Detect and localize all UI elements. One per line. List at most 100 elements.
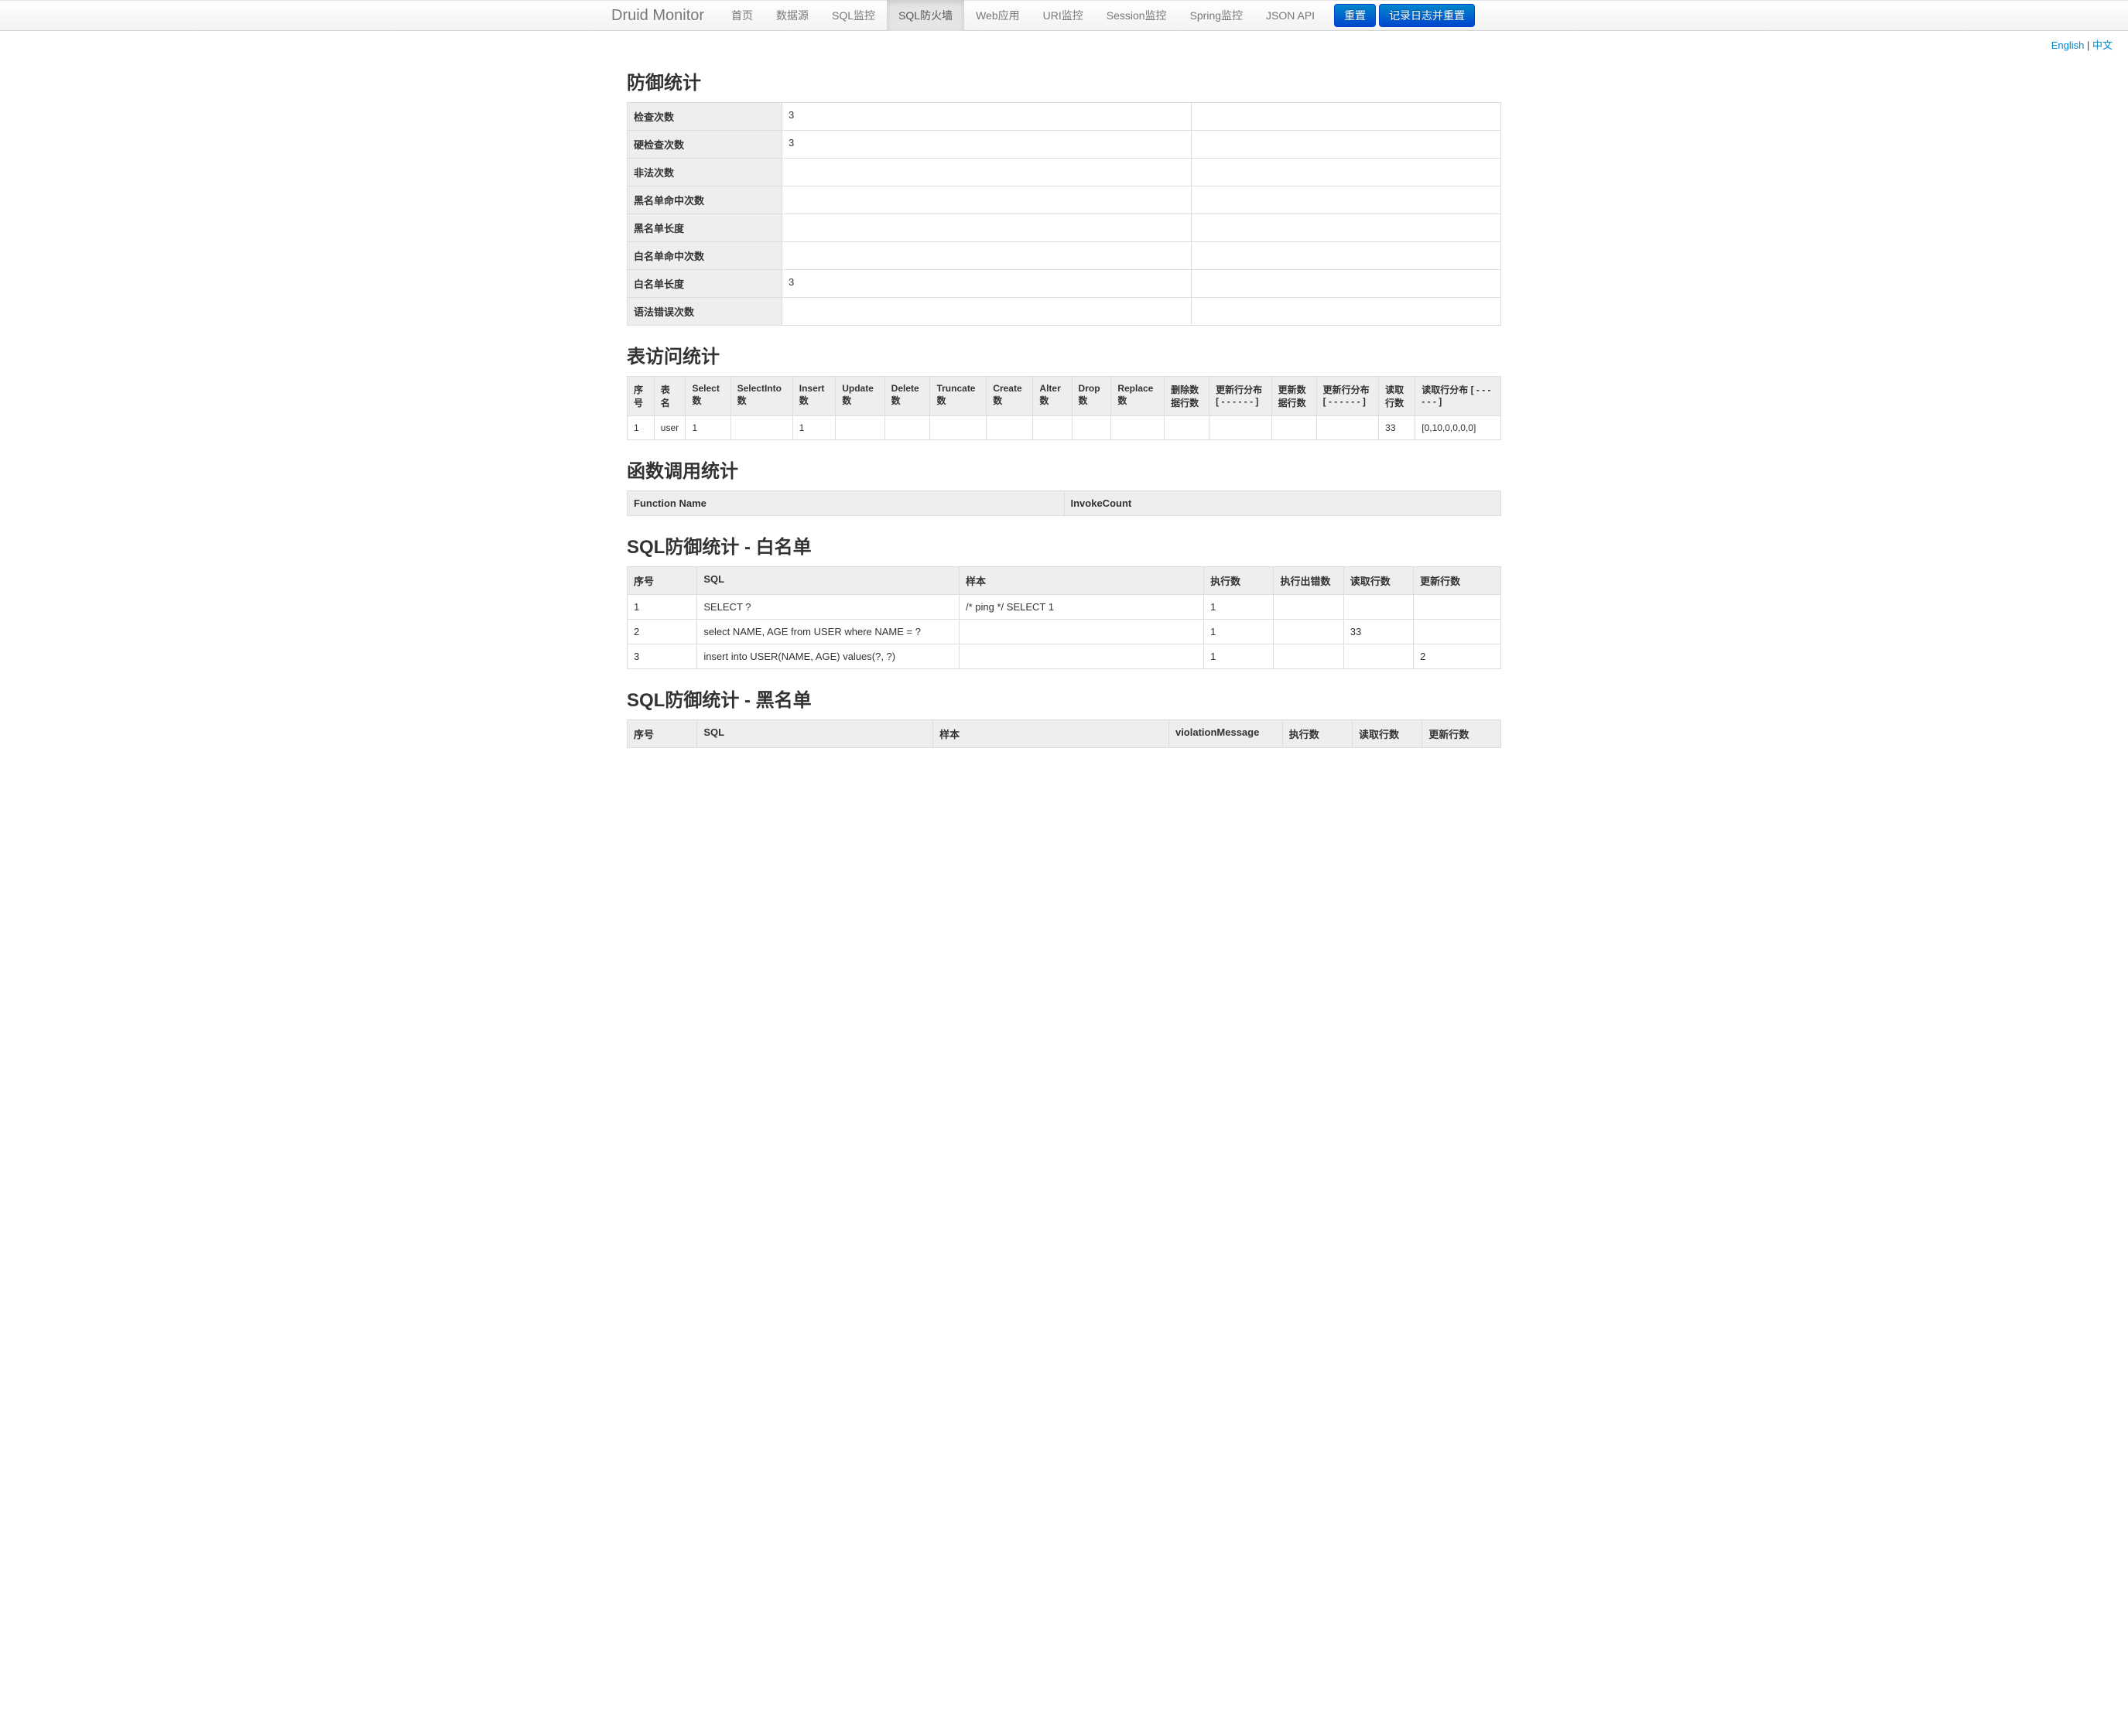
whitelist-header-cell: 读取行数 [1343,567,1413,595]
table-access-cell [884,416,930,440]
table-access-cell: 33 [1379,416,1415,440]
table-access-header-cell: 序号 [628,377,655,416]
nav-item-1[interactable]: 数据源 [765,0,820,31]
table-access-header-cell: Delete数 [884,377,930,416]
table-row: 3insert into USER(NAME, AGE) values(?, ?… [628,644,1501,669]
defense-row-extra [1192,214,1501,242]
table-access-cell: 1 [686,416,730,440]
defense-row-value [782,186,1192,214]
nav-item-8[interactable]: JSON API [1254,0,1326,31]
table-access-header-cell: Replace数 [1111,377,1165,416]
defense-row-extra [1192,159,1501,186]
function-call-table: Function NameInvokeCount [627,490,1501,516]
defense-row-label: 黑名单长度 [628,214,782,242]
blacklist-header-cell: SQL [697,720,933,748]
defense-row-label: 黑名单命中次数 [628,186,782,214]
defense-row-value [782,214,1192,242]
whitelist-cell [1343,644,1413,669]
lang-chinese-link[interactable]: 中文 [2092,39,2113,51]
whitelist-header-cell: 序号 [628,567,697,595]
blacklist-header-cell: violationMessage [1168,720,1282,748]
whitelist-cell: 2 [1414,644,1501,669]
blacklist-table: 序号SQL样本violationMessage执行数读取行数更新行数 [627,719,1501,748]
table-access-header-cell: Alter数 [1033,377,1072,416]
table-access-header-cell: Truncate数 [930,377,987,416]
whitelist-cell: 3 [628,644,697,669]
table-access-cell [987,416,1033,440]
table-access-cell [1111,416,1165,440]
table-access-cell: 1 [628,416,655,440]
brand[interactable]: Druid Monitor [611,7,720,25]
whitelist-cell: 1 [1204,644,1274,669]
table-access-header-cell: 读取行数 [1379,377,1415,416]
table-access-table: 序号表名Select数SelectInto数Insert数Update数Dele… [627,376,1501,440]
table-row: 语法错误次数 [628,298,1501,326]
defense-row-extra [1192,242,1501,270]
table-row: 检查次数3 [628,103,1501,131]
table-access-header-cell: Create数 [987,377,1033,416]
table-row: 白名单长度3 [628,270,1501,298]
table-access-title: 表访问统计 [627,341,1501,368]
nav-menu: 首页数据源SQL监控SQL防火墙Web应用URI监控Session监控Sprin… [720,0,1326,31]
defense-row-label: 白名单命中次数 [628,242,782,270]
whitelist-cell [1274,644,1343,669]
defense-row-label: 非法次数 [628,159,782,186]
nav-item-0[interactable]: 首页 [720,0,765,31]
defense-row-extra [1192,186,1501,214]
function-call-header-cell: InvokeCount [1064,491,1501,516]
whitelist-cell: 1 [628,595,697,620]
defense-stats-title: 防御统计 [627,67,1501,94]
nav-item-7[interactable]: Spring监控 [1179,0,1254,31]
navbar: Druid Monitor 首页数据源SQL监控SQL防火墙Web应用URI监控… [0,0,2128,31]
function-call-title: 函数调用统计 [627,456,1501,483]
lang-separator: | [2084,39,2092,51]
whitelist-cell: select NAME, AGE from USER where NAME = … [697,620,960,644]
whitelist-cell: SELECT ? [697,595,960,620]
table-row: 黑名单长度 [628,214,1501,242]
reset-button[interactable]: 重置 [1334,4,1376,27]
lang-english-link[interactable]: English [2051,39,2085,51]
whitelist-header-cell: 样本 [960,567,1204,595]
whitelist-cell [1274,620,1343,644]
defense-row-extra [1192,298,1501,326]
whitelist-header-cell: 执行数 [1204,567,1274,595]
whitelist-cell: 2 [628,620,697,644]
whitelist-header-cell: 执行出错数 [1274,567,1343,595]
table-access-header-cell: Drop数 [1072,377,1111,416]
whitelist-table: 序号SQL样本执行数执行出错数读取行数更新行数 1SELECT ?/* ping… [627,566,1501,669]
table-access-cell [1316,416,1379,440]
table-access-header-cell: Select数 [686,377,730,416]
nav-item-6[interactable]: Session监控 [1095,0,1179,31]
table-access-cell: user [654,416,686,440]
blacklist-header-cell: 读取行数 [1353,720,1422,748]
whitelist-cell: 1 [1204,620,1274,644]
defense-row-value [782,242,1192,270]
blacklist-header-cell: 执行数 [1282,720,1352,748]
nav-item-2[interactable]: SQL监控 [820,0,887,31]
whitelist-cell [1274,595,1343,620]
nav-item-5[interactable]: URI监控 [1031,0,1095,31]
table-access-cell [1165,416,1209,440]
whitelist-cell: 1 [1204,595,1274,620]
table-access-header-cell: 更新行分布 [ - - - - - - ] [1316,377,1379,416]
defense-row-value: 3 [782,270,1192,298]
blacklist-header-cell: 序号 [628,720,697,748]
table-access-cell: [0,10,0,0,0,0] [1415,416,1501,440]
blacklist-header-cell: 更新行数 [1422,720,1501,748]
defense-row-label: 白名单长度 [628,270,782,298]
whitelist-cell [1414,595,1501,620]
whitelist-cell [1343,595,1413,620]
nav-item-4[interactable]: Web应用 [964,0,1031,31]
table-row: 黑名单命中次数 [628,186,1501,214]
nav-item-3[interactable]: SQL防火墙 [887,0,964,31]
defense-stats-table: 检查次数3硬检查次数3非法次数黑名单命中次数黑名单长度白名单命中次数白名单长度3… [627,102,1501,326]
table-row: 白名单命中次数 [628,242,1501,270]
whitelist-header-cell: 更新行数 [1414,567,1501,595]
defense-row-label: 检查次数 [628,103,782,131]
table-row: 1user1133[0,10,0,0,0,0] [628,416,1501,440]
log-reset-button[interactable]: 记录日志并重置 [1379,4,1475,27]
blacklist-title: SQL防御统计 - 黑名单 [627,685,1501,712]
function-call-header-cell: Function Name [628,491,1065,516]
table-access-cell [930,416,987,440]
table-access-header-cell: 删除数据行数 [1165,377,1209,416]
